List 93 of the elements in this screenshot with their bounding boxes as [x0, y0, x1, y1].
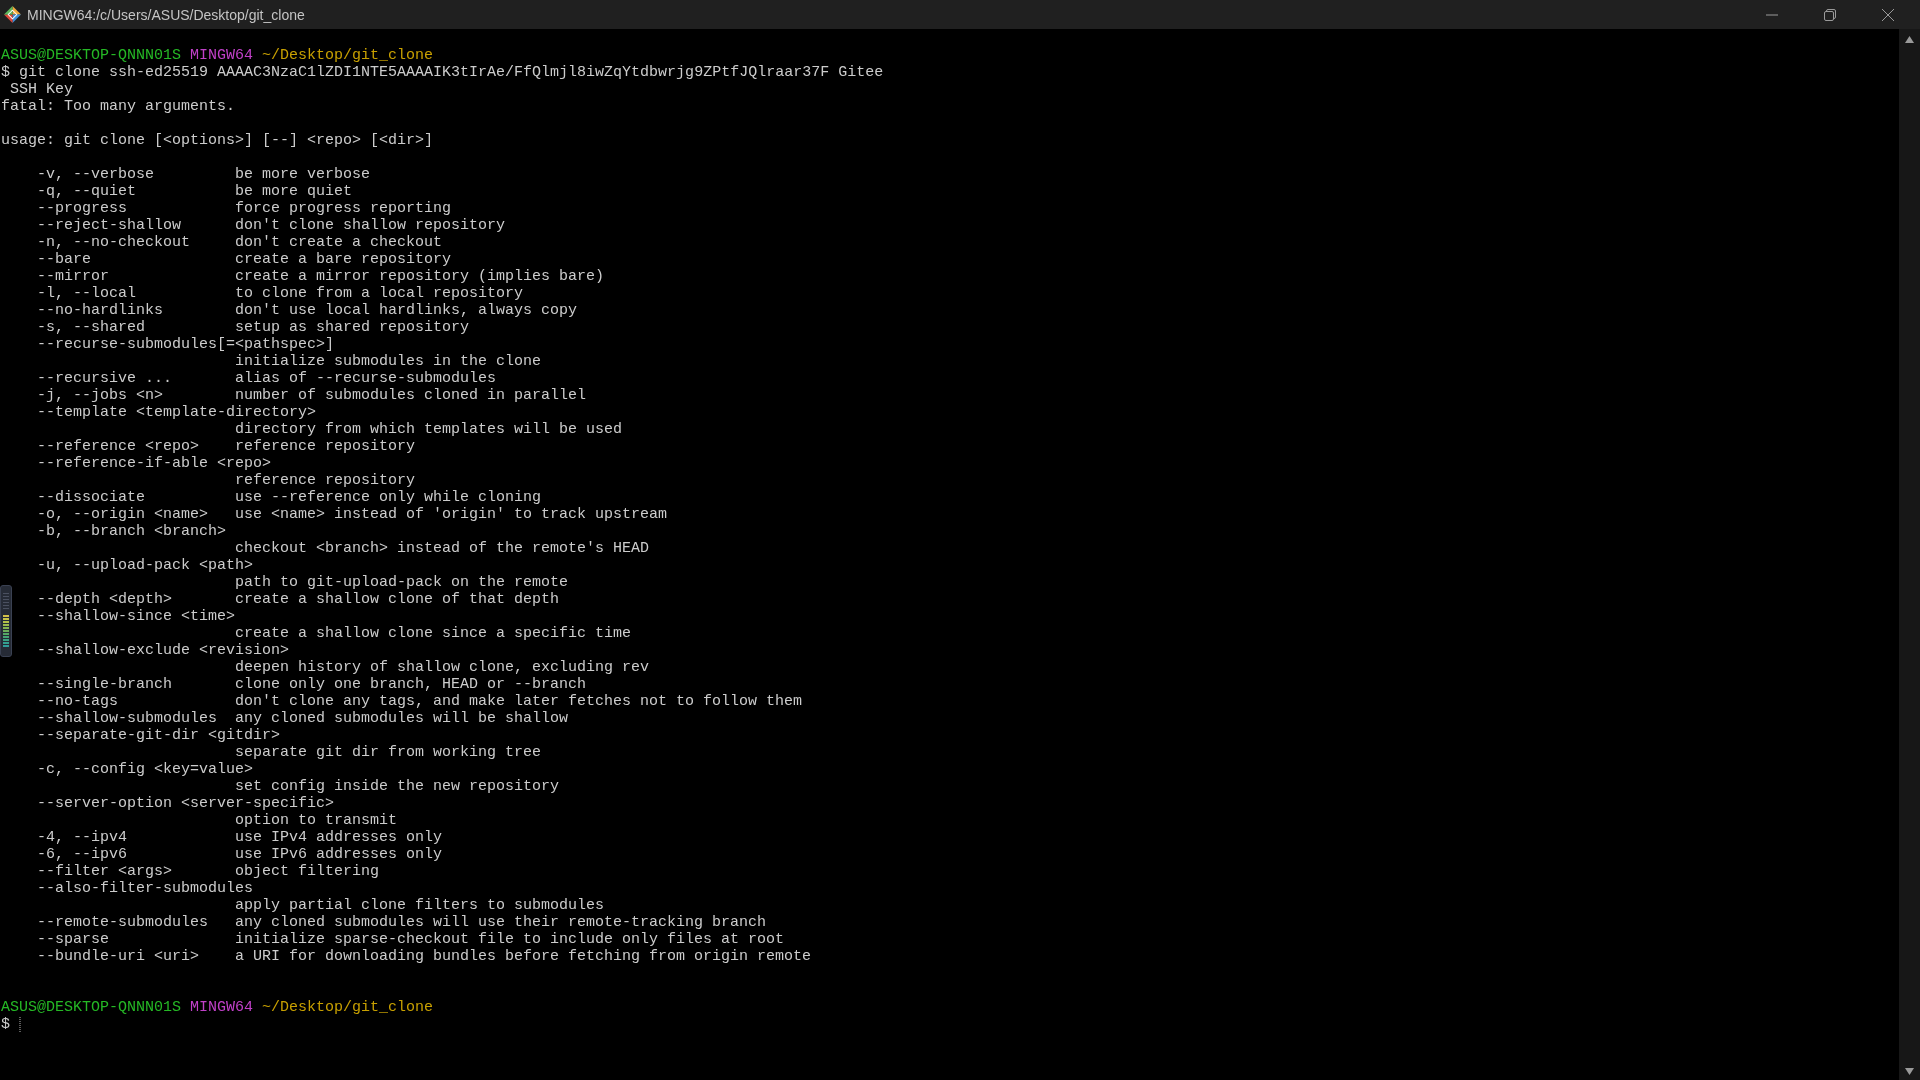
option-description: path to git-upload-pack on the remote: [235, 574, 569, 591]
option-description: create a mirror repository (implies bare): [235, 268, 605, 285]
option-description: be more verbose: [235, 166, 371, 183]
option-name: --shallow-since <time>: [37, 608, 236, 625]
text-cursor-icon: [19, 1017, 21, 1032]
option-name: -o, --origin <name>: [37, 506, 209, 523]
shell-label: MINGW64: [190, 47, 254, 64]
path-label: ~/Desktop/git_clone: [262, 999, 434, 1016]
scrollbar[interactable]: [1899, 29, 1920, 1080]
option-name: --progress: [37, 200, 127, 217]
option-description: to clone from a local repository: [235, 285, 524, 302]
option-description: use IPv6 addresses only: [235, 846, 443, 863]
option-description: reference repository: [235, 472, 416, 489]
option-name: -u, --upload-pack <path>: [37, 557, 254, 574]
option-name: --reference <repo>: [37, 438, 200, 455]
option-description: any cloned submodules will be shallow: [235, 710, 569, 727]
command-text: SSH Key: [10, 81, 73, 98]
option-description: create a bare repository: [235, 251, 452, 268]
option-description: number of submodules cloned in parallel: [235, 387, 587, 404]
option-name: --reference-if-able <repo>: [37, 455, 272, 472]
option-name: --no-tags: [37, 693, 118, 710]
user-host-label: ASUS@DESKTOP-QNNN01S: [1, 999, 182, 1016]
shell-label: MINGW64: [190, 999, 254, 1016]
prompt-symbol: $: [1, 1016, 10, 1033]
option-description: any cloned submodules will use their remote-tracking branch: [235, 914, 767, 931]
option-name: -s, --shared: [37, 319, 146, 336]
option-description: checkout <branch> instead of the remote's HEAD: [235, 540, 650, 557]
close-icon: [1882, 8, 1894, 21]
option-description: create a shallow clone since a specific time: [235, 625, 632, 642]
command-text: git clone ssh-ed25519 AAAAC3NzaC1lZDI1NTE5AAAAIK3tIrAe/FfQlmjl8iwZqYtdbwrjg9ZPtfJQlraar37F Gitee: [19, 64, 884, 81]
option-name: --mirror: [37, 268, 109, 285]
option-name: --also-filter-submodules: [37, 880, 254, 897]
option-name: --shallow-exclude <revision>: [37, 642, 290, 659]
option-description: use --reference only while cloning: [235, 489, 542, 506]
option-name: --bundle-uri <uri>: [37, 948, 200, 965]
option-description: create a shallow clone of that depth: [235, 591, 560, 608]
error-message: fatal: Too many arguments.: [1, 98, 236, 115]
option-description: object filtering: [235, 863, 380, 880]
usage-text: usage: git clone [<options>] [--] <repo> [<dir>]: [1, 132, 434, 149]
option-description: separate git dir from working tree: [235, 744, 542, 761]
option-description: don't use local hardlinks, always copy: [235, 302, 578, 319]
option-description: set config inside the new repository: [235, 778, 560, 795]
option-name: -6, --ipv6: [37, 846, 127, 863]
path-label: ~/Desktop/git_clone: [262, 47, 434, 64]
option-name: -l, --local: [37, 285, 137, 302]
option-name: --bare: [37, 251, 91, 268]
option-name: -q, --quiet: [37, 183, 137, 200]
option-name: --sparse: [37, 931, 109, 948]
user-host-label: ASUS@DESKTOP-QNNN01S: [1, 47, 182, 64]
option-name: --separate-git-dir <gitdir>: [37, 727, 281, 744]
option-description: force progress reporting: [235, 200, 452, 217]
option-description: use <name> instead of 'origin' to track upstream: [235, 506, 668, 523]
option-name: --filter <args>: [37, 863, 173, 880]
option-name: --no-hardlinks: [37, 302, 164, 319]
option-name: --dissociate: [37, 489, 146, 506]
option-description: setup as shared repository: [235, 319, 470, 336]
option-description: initialize submodules in the clone: [235, 353, 542, 370]
option-name: -n, --no-checkout: [37, 234, 191, 251]
option-description: be more quiet: [235, 183, 353, 200]
option-description: reference repository: [235, 438, 416, 455]
option-name: --reject-shallow: [37, 217, 182, 234]
window-title: MINGW64:/c/Users/ASUS/Desktop/git_clone: [27, 6, 305, 23]
restore-icon: [1824, 8, 1836, 21]
option-description: a URI for downloading bundles before fetching from origin remote: [235, 948, 812, 965]
prompt-symbol: $: [1, 64, 10, 81]
option-description: directory from which templates will be used: [235, 421, 623, 438]
down-triangle-icon[interactable]: [1905, 1068, 1914, 1075]
option-name: --recurse-submodules[=<pathspec>]: [37, 336, 335, 353]
option-description: don't clone any tags, and make later fetches not to follow them: [235, 693, 803, 710]
option-description: option to transmit: [235, 812, 398, 829]
option-name: --recursive ...: [37, 370, 173, 387]
option-description: clone only one branch, HEAD or --branch: [235, 676, 587, 693]
option-name: --remote-submodules: [37, 914, 209, 931]
option-name: --template <template-directory>: [37, 404, 317, 421]
option-name: -c, --config <key=value>: [37, 761, 254, 778]
option-description: alias of --recurse-submodules: [235, 370, 497, 387]
option-name: -4, --ipv4: [37, 829, 127, 846]
option-description: initialize sparse-checkout file to include only files at root: [235, 931, 785, 948]
option-description: deepen history of shallow clone, excluding rev: [235, 659, 650, 676]
option-name: -b, --branch <branch>: [37, 523, 227, 540]
diamond-icon: [4, 6, 21, 23]
option-name: -v, --verbose: [37, 166, 155, 183]
option-name: --server-option <server-specific>: [37, 795, 335, 812]
option-description: apply partial clone filters to submodules: [235, 897, 605, 914]
level-meter-icon: [0, 585, 12, 657]
option-name: --single-branch: [37, 676, 173, 693]
option-name: --shallow-submodules: [37, 710, 218, 727]
up-triangle-icon[interactable]: [1905, 36, 1914, 43]
option-description: don't create a checkout: [235, 234, 443, 251]
option-name: -j, --jobs <n>: [37, 387, 164, 404]
option-description: don't clone shallow repository: [235, 217, 506, 234]
option-description: use IPv4 addresses only: [235, 829, 443, 846]
option-name: --depth <depth>: [37, 591, 173, 608]
